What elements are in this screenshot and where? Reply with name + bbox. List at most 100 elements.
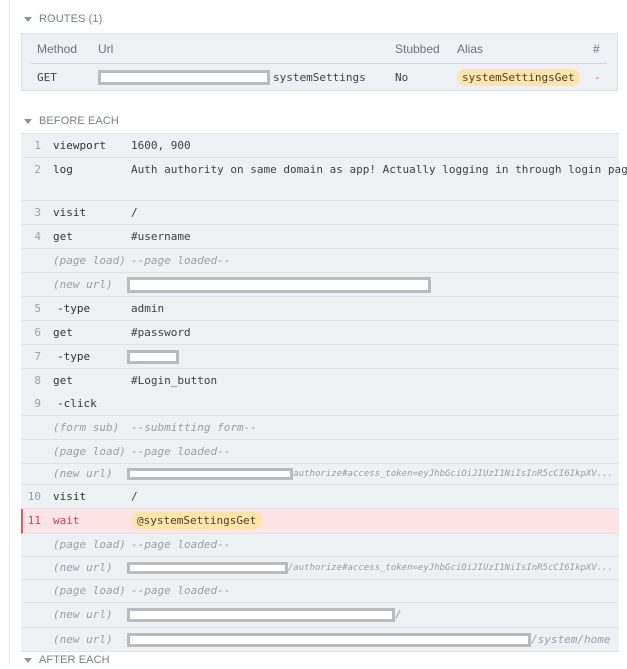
route-alias: systemSettingsGet [457, 63, 580, 91]
route-url-suffix: systemSettings [273, 70, 366, 84]
column-method: Method [37, 41, 78, 56]
event-message: --page loaded-- [131, 584, 231, 597]
command-number: 6 [34, 326, 41, 339]
event-row[interactable]: (new url) authorize#access_token=eyJhbGc… [21, 464, 619, 485]
event-row[interactable]: (new url) /authorize#access_token=eyJhbG… [21, 557, 619, 580]
event-row[interactable]: (form sub) --submitting form-- [21, 416, 619, 440]
event-name: (page load) [53, 584, 126, 597]
command-row[interactable]: 10 visit / [21, 485, 619, 509]
event-name: (page load) [53, 445, 126, 458]
command-row[interactable]: 1 viewport 1600, 900 [21, 134, 619, 158]
event-row[interactable]: (new url) / [21, 603, 619, 628]
event-message: --page loaded-- [131, 538, 231, 551]
routes-table-header: Method Url Stubbed Alias # [22, 34, 617, 63]
event-message: --page loaded-- [131, 445, 231, 458]
routes-table: Method Url Stubbed Alias # GET systemSet… [21, 33, 618, 91]
before-each-header: BEFORE EACH [39, 115, 119, 127]
command-message: @systemSettingsGet [131, 509, 613, 533]
command-row[interactable]: 4 get #username [21, 225, 619, 249]
command-name: wait [53, 514, 80, 527]
event-message: / [127, 603, 613, 627]
after-each-header: AFTER EACH [39, 654, 110, 666]
collapse-triangle-icon [24, 16, 32, 22]
event-message: /system/home [127, 628, 613, 651]
command-number: 3 [34, 206, 41, 219]
column-alias: Alias [457, 41, 484, 56]
command-row[interactable]: 2 log Auth authority on same domain as a… [21, 158, 627, 201]
command-name: get [53, 374, 73, 387]
redacted-block [127, 608, 395, 622]
command-message: Auth authority on same domain as app! Ac… [131, 163, 627, 176]
event-name: (new url) [53, 633, 113, 646]
command-message: #password [131, 326, 191, 339]
redacted-block [127, 277, 431, 293]
command-name: log [53, 163, 73, 176]
after-each-section-toggle[interactable]: AFTER EACH [22, 651, 110, 669]
command-number: 7 [34, 350, 41, 363]
command-name: viewport [53, 139, 106, 152]
command-number: 8 [34, 374, 41, 387]
command-number: 11 [27, 514, 41, 527]
command-name: get [53, 326, 73, 339]
url-suffix: /system/home [531, 633, 611, 646]
event-name: (new url) [53, 467, 113, 480]
command-row[interactable]: 5 -type admin [21, 297, 619, 321]
routes-section-toggle[interactable]: ROUTES (1) [22, 10, 102, 28]
event-message: --submitting form-- [131, 421, 257, 434]
command-number: 1 [34, 139, 41, 152]
event-name: (new url) [53, 278, 113, 291]
command-message: #username [131, 230, 191, 243]
routes-header: ROUTES (1) [39, 13, 103, 25]
route-method: GET [37, 70, 57, 84]
event-row[interactable]: (page load) --page loaded-- [21, 580, 619, 603]
column-url: Url [98, 41, 114, 56]
event-row[interactable]: (new url) [21, 273, 619, 297]
event-row[interactable]: (page load) --page loaded-- [21, 534, 619, 557]
collapse-triangle-icon [24, 118, 32, 124]
event-row[interactable]: (new url) /system/home [21, 628, 619, 652]
command-name: -type [57, 302, 91, 315]
redacted-block [98, 69, 270, 85]
event-message: authorize#access_token=eyJhbGciOiJIUzI1N… [127, 464, 613, 484]
command-message: 1600, 900 [131, 139, 191, 152]
alias-badge: systemSettingsGet [457, 68, 580, 86]
command-number: 5 [34, 302, 41, 315]
route-count: - [594, 70, 601, 84]
command-row[interactable]: 7 -type [21, 345, 619, 369]
event-name: (page load) [53, 254, 126, 267]
url-suffix: /authorize#access_token=eyJhbGciOiJIUzI1… [287, 563, 613, 573]
route-row[interactable]: GET systemSettings No systemSettingsGet … [22, 63, 617, 91]
command-row[interactable]: 8 get #Login_button [21, 369, 619, 392]
left-divider [9, 0, 10, 664]
command-message [127, 350, 613, 367]
command-number: 10 [27, 490, 41, 503]
event-name: (new url) [53, 561, 113, 574]
before-each-section-toggle[interactable]: BEFORE EACH [22, 112, 119, 130]
command-row[interactable]: 3 visit / [21, 201, 619, 225]
event-row[interactable]: (page load) --page loaded-- [21, 440, 619, 464]
command-row-failed[interactable]: 11 wait @systemSettingsGet [21, 509, 619, 534]
column-count: # [593, 41, 600, 56]
redacted-block [127, 562, 288, 574]
command-name: -click [57, 397, 97, 410]
command-number: 4 [34, 230, 41, 243]
command-row[interactable]: 9 -click [21, 392, 619, 416]
event-message: --page loaded-- [131, 254, 231, 267]
url-suffix: / [395, 608, 402, 621]
event-name: (form sub) [53, 421, 120, 434]
collapse-triangle-icon [24, 657, 32, 663]
column-stubbed: Stubbed [395, 41, 440, 56]
url-suffix: authorize#access_token=eyJhbGciOiJIUzI1N… [293, 469, 613, 479]
redacted-block [127, 468, 294, 480]
command-list: 1 viewport 1600, 900 2 log Auth authorit… [21, 133, 627, 652]
command-message: / [131, 490, 138, 503]
event-name: (new url) [53, 608, 113, 621]
command-name: -type [57, 350, 91, 363]
command-number: 2 [34, 163, 41, 176]
command-row[interactable]: 6 get #password [21, 321, 619, 345]
command-number: 9 [34, 397, 41, 410]
event-message [127, 277, 613, 296]
event-row[interactable]: (page load) --page loaded-- [21, 249, 619, 273]
route-stubbed: No [395, 70, 409, 84]
alias-badge: @systemSettingsGet [131, 512, 263, 529]
